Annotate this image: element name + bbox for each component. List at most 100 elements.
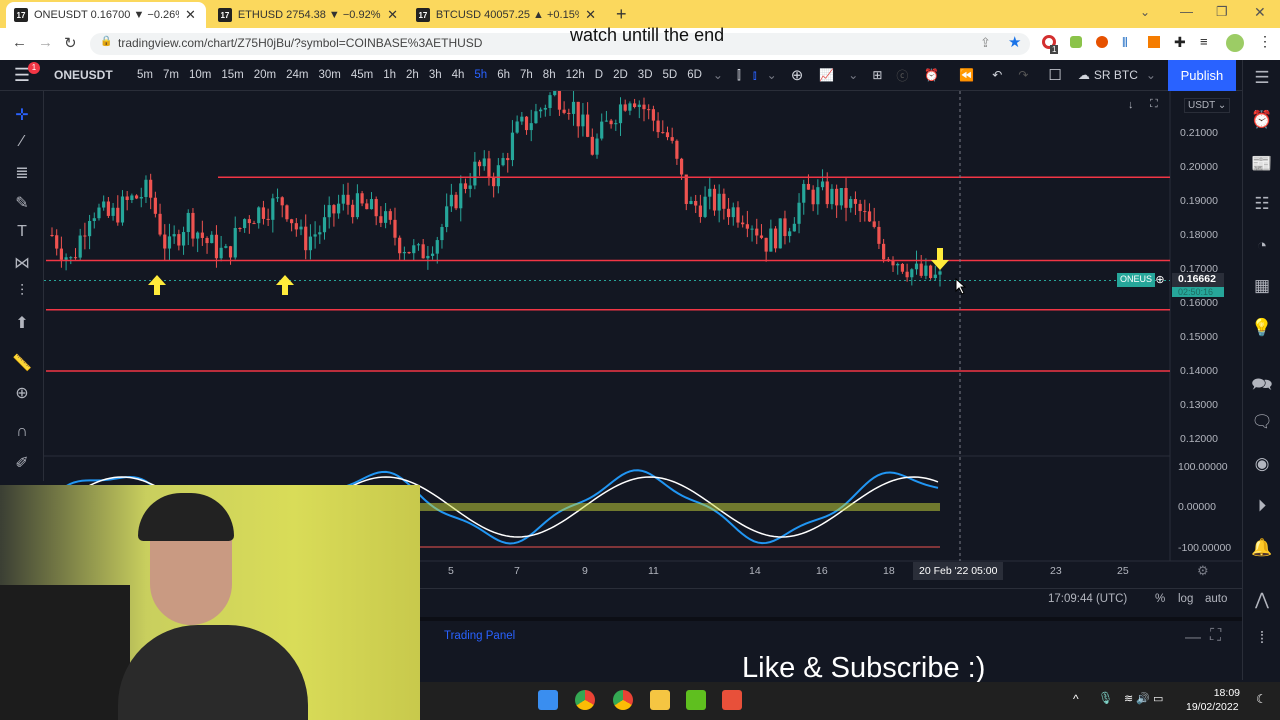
interval-2h[interactable]: 2h (401, 69, 424, 81)
taskbar-time[interactable]: 18:09 (1200, 687, 1240, 699)
arrow-up-icon[interactable]: ⬆ (10, 313, 34, 333)
minimize-button[interactable]: — (1180, 4, 1193, 19)
close-tab-icon[interactable]: ✕ (387, 7, 398, 23)
auto-scale-toggle[interactable]: auto (1205, 593, 1227, 605)
interval-24m[interactable]: 24m (281, 69, 313, 81)
compare-add-icon[interactable]: ⊕ (783, 66, 812, 84)
taskbar-date[interactable]: 19/02/2022 (1186, 701, 1239, 713)
bookmark-star-icon[interactable]: ★ (1008, 33, 1021, 51)
candles-style-icon[interactable]: ⫾ (749, 68, 761, 83)
close-window-button[interactable]: ✕ (1254, 4, 1266, 21)
windows-start-icon[interactable] (538, 690, 558, 710)
interval-7m[interactable]: 7m (158, 69, 184, 81)
ruler-icon[interactable]: 📏 (10, 353, 34, 373)
hotlist-icon[interactable]: ☷ (1251, 194, 1273, 214)
interval-3h[interactable]: 3h (424, 69, 447, 81)
share-icon[interactable]: ⇪ (980, 35, 991, 51)
interval-D[interactable]: D (590, 69, 608, 81)
metamask-icon[interactable] (1148, 36, 1160, 48)
prediction-icon[interactable]: ⫶ (10, 283, 34, 303)
pine-icon[interactable]: ⋀ (1251, 590, 1273, 610)
close-tab-icon[interactable]: ✕ (585, 7, 596, 23)
text-icon[interactable]: T (10, 223, 34, 243)
magnet-icon[interactable]: ∩ (10, 423, 34, 443)
chart-settings-gear-icon[interactable]: ⚙ (1197, 563, 1209, 579)
microphone-icon[interactable]: 🎙 (1098, 691, 1113, 705)
extensions-puzzle-icon[interactable]: ✚ (1174, 34, 1186, 51)
tab-search-icon[interactable]: ⌄ (1140, 5, 1150, 19)
indicators-icon[interactable]: 📈 (811, 68, 842, 82)
interval-45m[interactable]: 45m (346, 69, 378, 81)
extension-icon[interactable] (1070, 36, 1082, 48)
media-control-icon[interactable]: ≡ (1200, 34, 1208, 49)
extension-icon[interactable]: ⦀ (1122, 35, 1128, 51)
chart-type-dropdown-icon[interactable]: ⌄ (761, 68, 783, 82)
interval-15m[interactable]: 15m (216, 69, 248, 81)
new-tab-button[interactable]: + (616, 4, 627, 25)
interval-20m[interactable]: 20m (249, 69, 281, 81)
notifications-bell-icon[interactable]: 🔔 (1251, 538, 1273, 558)
interval-5h[interactable]: 5h (469, 69, 492, 81)
chat-icon[interactable]: 🗨 (1251, 412, 1273, 432)
url-input[interactable]: 🔒 tradingview.com/chart/Z75H0jBu/?symbol… (90, 33, 1030, 55)
minimize-panel-icon[interactable]: — (1185, 629, 1201, 647)
chrome-icon[interactable] (575, 690, 595, 710)
browser-tab-ethusd[interactable]: 17 ETHUSD 2754.38 ▼ −0.92% SR B ✕ (210, 2, 406, 28)
main-menu-icon[interactable]: ☰ 1 (0, 61, 44, 86)
percent-scale-toggle[interactable]: % (1155, 593, 1165, 605)
add-order-plus-icon[interactable]: ⊕ (1153, 273, 1167, 287)
redo-icon[interactable]: ↷ (1010, 68, 1036, 82)
ideas-lightbulb-icon[interactable]: 💡 (1251, 318, 1273, 338)
browser-menu-icon[interactable]: ⋮ (1258, 33, 1272, 50)
calendar-ideas-icon[interactable]: ◔ (1251, 236, 1273, 256)
layout-dropdown-icon[interactable]: ⌄ (1138, 68, 1168, 82)
symbol-search[interactable]: ONEUSDT (44, 68, 132, 82)
streams-icon[interactable]: ◉ (1251, 454, 1273, 474)
publish-button[interactable]: Publish (1167, 59, 1236, 91)
pattern-icon[interactable]: ⋈ (10, 253, 34, 273)
alerts-clock-icon[interactable]: ⏰ (1251, 110, 1273, 130)
camtasia-red-icon[interactable] (722, 690, 742, 710)
tray-chevron-icon[interactable]: ^ (1073, 692, 1079, 706)
log-scale-toggle[interactable]: log (1178, 593, 1193, 605)
browser-tab-oneusdt[interactable]: 17 ONEUSDT 0.16700 ▼ −0.26% SR ✕ (6, 2, 206, 28)
maximize-panel-icon[interactable]: ⛶ (1210, 627, 1221, 645)
file-explorer-icon[interactable] (650, 690, 670, 710)
chats-icon[interactable]: 🗪 (1251, 372, 1273, 401)
layout-name[interactable]: SR BTC (1094, 68, 1138, 82)
live-icon[interactable]: ⏵ (1251, 496, 1273, 516)
fib-icon[interactable]: ≣ (10, 163, 34, 183)
auto-scale-icon[interactable]: ⛶ (1150, 98, 1158, 111)
fullscreen-square-icon[interactable]: ☐ (1036, 66, 1073, 84)
forward-button[interactable]: → (38, 34, 53, 51)
undo-icon[interactable]: ↶ (984, 68, 1010, 82)
watchlist-icon[interactable]: ☰ (1251, 68, 1273, 88)
indicators-dropdown-icon[interactable]: ⌄ (842, 68, 864, 82)
replay-icon[interactable]: ⏪ (949, 68, 984, 82)
utc-clock[interactable]: 17:09:44 (UTC) (1048, 593, 1127, 605)
interval-7h[interactable]: 7h (515, 69, 538, 81)
scroll-to-latest-icon[interactable]: ↓ (1128, 99, 1134, 111)
calendar-icon[interactable]: ▦ (1251, 276, 1273, 296)
brush-icon[interactable]: ✎ (10, 193, 34, 213)
interval-8h[interactable]: 8h (538, 69, 561, 81)
camtasia-green-icon[interactable] (686, 690, 706, 710)
interval-3D[interactable]: 3D (633, 69, 658, 81)
lock-drawing-icon[interactable]: ✐ (10, 453, 34, 473)
interval-12h[interactable]: 12h (561, 69, 590, 81)
trading-panel-tab[interactable]: Trading Panel (444, 630, 515, 642)
bar-style-icon[interactable]: ⫿ (729, 68, 749, 83)
close-tab-icon[interactable]: ✕ (185, 7, 196, 23)
reload-button[interactable]: ↻ (64, 34, 77, 52)
c-icon[interactable]: ⓒ (890, 67, 914, 84)
profile-avatar[interactable] (1226, 34, 1244, 52)
interval-dropdown-icon[interactable]: ⌄ (707, 68, 729, 82)
interval-5m[interactable]: 5m (132, 69, 158, 81)
crosshair-icon[interactable]: ✛ (10, 105, 34, 125)
templates-icon[interactable]: ⊞ (864, 68, 890, 82)
trendline-icon[interactable]: ⁄ (10, 133, 34, 153)
interval-1h[interactable]: 1h (378, 69, 401, 81)
news-icon[interactable]: 📰 (1251, 154, 1273, 174)
interval-2D[interactable]: 2D (608, 69, 633, 81)
focus-moon-icon[interactable]: ☾ (1256, 692, 1267, 706)
